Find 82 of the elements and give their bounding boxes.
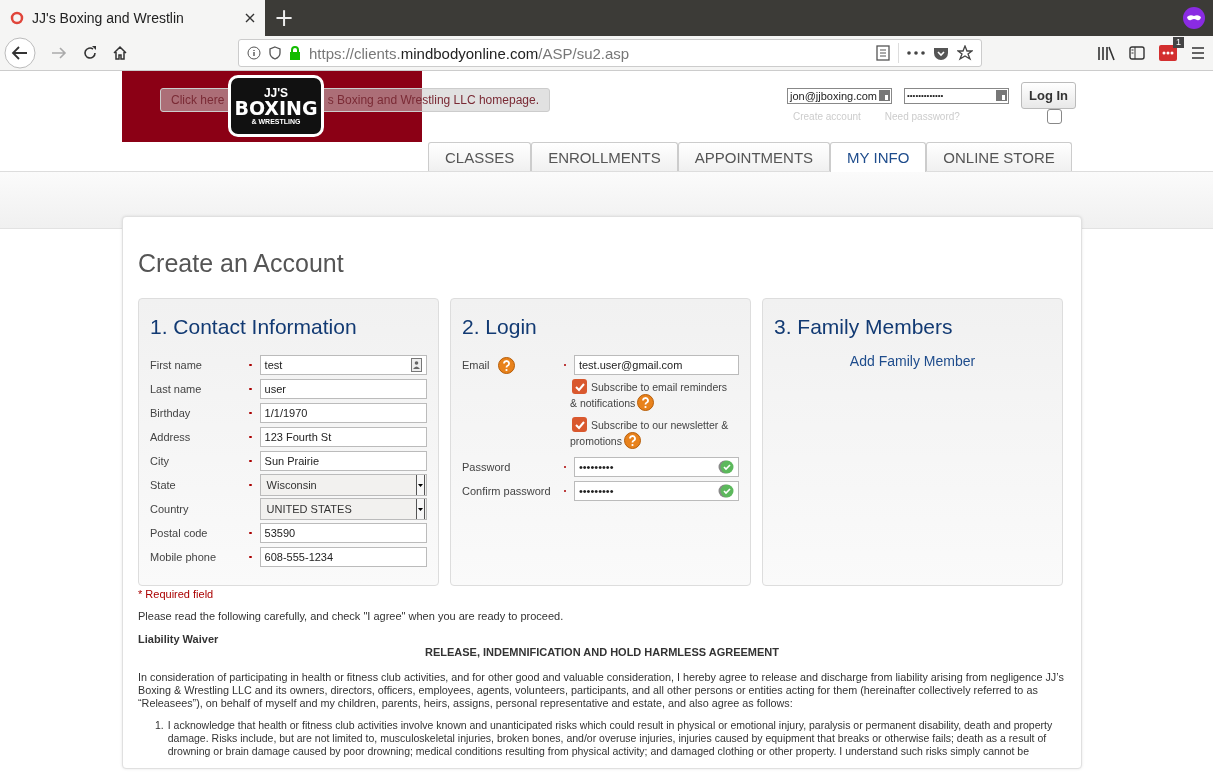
field-label: Email [462, 359, 490, 371]
password-field[interactable]: ••••••••• [573, 481, 739, 501]
username-field[interactable]: jon@jjboxing.com [787, 87, 892, 104]
notification-badge: 1 [1173, 37, 1184, 48]
browser-tab[interactable]: JJ's Boxing and Wrestlin [0, 0, 265, 36]
input-field[interactable]: 123 Fourth St [259, 427, 427, 447]
shield-icon[interactable] [269, 46, 281, 60]
reload-icon[interactable] [82, 45, 98, 61]
panel-title: 3. Family Members [774, 315, 954, 339]
field-label: Last name [150, 383, 203, 395]
checkbox[interactable] [572, 417, 587, 432]
required-note: * Required field [138, 588, 215, 600]
star-icon[interactable] [957, 45, 973, 61]
back-icon[interactable] [4, 37, 36, 69]
panel-title: 2. Login [462, 315, 538, 339]
input-field[interactable]: test [259, 355, 427, 375]
page-title: Create an Account [138, 249, 345, 278]
password-field[interactable]: ••••••••••••• [904, 87, 1009, 104]
home-icon[interactable] [112, 45, 128, 61]
list-number: 1. [155, 719, 164, 733]
address-bar[interactable]: https://clients.mindbodyonline.com/ASP/su2.asp [238, 39, 982, 67]
help-icon[interactable] [623, 432, 641, 449]
field-label: City [150, 455, 170, 467]
key-icon [879, 90, 890, 101]
password-field[interactable]: ••••••••• [573, 457, 739, 477]
field-label: Address [150, 431, 192, 443]
field-label: First name [150, 359, 203, 371]
input-field[interactable]: 608-555-1234 [259, 547, 427, 567]
lock-icon [289, 46, 301, 60]
input-field[interactable]: 1/1/1970 [259, 403, 427, 423]
help-icon[interactable] [637, 394, 655, 411]
menu-icon[interactable] [1191, 47, 1205, 59]
more-icon[interactable] [907, 51, 925, 55]
nav-tab[interactable]: APPOINTMENTS [677, 142, 831, 171]
field-label: Mobile phone [150, 551, 218, 563]
remember-checkbox[interactable] [1047, 109, 1062, 124]
help-icon[interactable] [497, 356, 515, 374]
sidebar-icon[interactable] [1129, 46, 1145, 60]
nav-tab[interactable]: ONLINE STORE [926, 142, 1072, 171]
checkbox-label: Subscribe to email reminders [591, 380, 727, 393]
nav-tab[interactable]: MY INFO [830, 142, 927, 172]
url-text: https://clients.mindbodyonline.com/ASP/su2.asp [309, 44, 630, 62]
info-icon[interactable] [247, 46, 261, 60]
select-field[interactable]: UNITED STATES [259, 498, 427, 520]
input-field[interactable]: Sun Prairie [259, 451, 427, 471]
field-label: Postal code [150, 527, 209, 539]
library-icon[interactable] [1097, 45, 1115, 61]
nav-tab[interactable]: ENROLLMENTS [531, 142, 678, 171]
instructions-text: Please read the following carefully, and check "I agree" when you are ready to proceed. [138, 610, 565, 623]
close-icon[interactable] [245, 13, 255, 23]
waiver-heading: Liability Waiver [138, 633, 220, 645]
agreement-item: I acknowledge that health or fitness club activities involve known and unanticipated risks which could result in physical or emotional injury, paralysis or permanent disability, death and property damage. Risks include, but are not limited to, musculoskeletal injuries, broken bones, and/or overuse injuries, injuries caused by equipment that breaks or otherwise fails; death as a result of drowning or brain damage caused by poor drowning; medical conditions resulting from physical activity; and damaged clothing or other property. I understand such risks simply cannot be [167, 719, 1054, 758]
new-tab-button[interactable]: + [265, 4, 303, 32]
pocket-icon[interactable] [933, 45, 949, 61]
key-icon [996, 90, 1007, 101]
dropdown-icon [416, 499, 425, 519]
checkbox[interactable] [572, 379, 587, 394]
field-label: State [150, 479, 177, 491]
extension-icon[interactable] [1159, 45, 1177, 61]
checkbox-label: Subscribe to our newsletter & [591, 418, 729, 431]
tooltip-text: Click here [171, 93, 225, 107]
login-button[interactable]: Log In [1021, 82, 1076, 109]
field-label: Confirm password [462, 485, 552, 497]
agreement-paragraph: In consideration of participating in health or fitness club activities, and for other good and valuable consideration, I hereby agree to release and discharge from liability arising from negligence JJ’s Boxing & Wrestling LLC and its owners, directors, officers, employees, agents, volunteers, participants, and all other persons or entities acting for them (hereinafter collectively referred to as “Releasees”), on behalf of myself and my children, parents, heirs, assigns, personal representative and estate, and also agree as follows: [138, 671, 1065, 710]
checkbox-label: & notifications [570, 396, 636, 409]
email-field[interactable]: test.user@gmail.com [573, 355, 739, 375]
select-field[interactable]: Wisconsin [259, 474, 427, 496]
input-field[interactable]: 53590 [259, 523, 427, 543]
field-label: Birthday [150, 407, 192, 419]
nav-tab[interactable]: CLASSES [428, 142, 532, 171]
checkbox-label: promotions [570, 434, 622, 447]
reader-view-icon[interactable] [876, 45, 890, 61]
site-icon [10, 11, 24, 25]
add-family-member-link[interactable]: Add Family Member [849, 353, 976, 369]
agreement-title: RELEASE, INDEMNIFICATION AND HOLD HARMLESS AGREEMENT [423, 646, 780, 658]
private-browsing-icon [1183, 7, 1205, 29]
field-label: Password [462, 461, 512, 473]
field-label: Country [150, 503, 190, 515]
panel-title: 1. Contact Information [150, 315, 358, 339]
dropdown-icon [416, 475, 425, 495]
tab-title: JJ's Boxing and Wrestlin [32, 10, 185, 26]
input-field[interactable]: user [259, 379, 427, 399]
